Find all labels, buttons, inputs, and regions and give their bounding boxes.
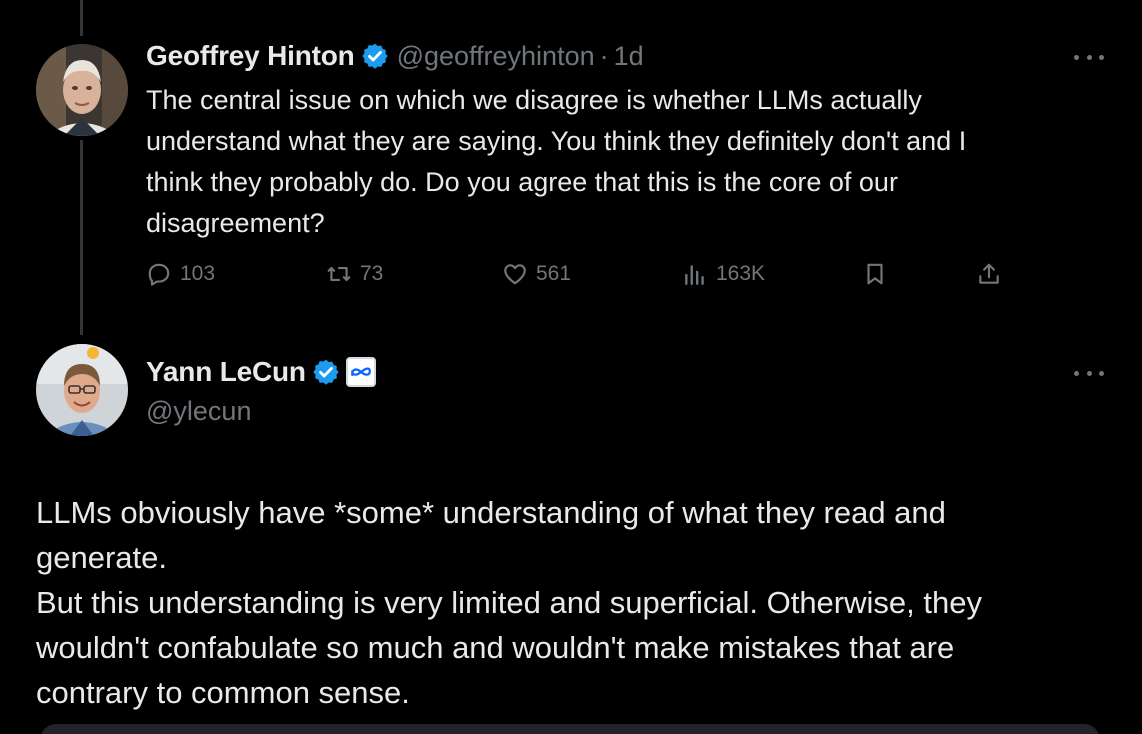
user-handle[interactable]: @geoffreyhinton: [397, 41, 595, 72]
share-button[interactable]: [976, 256, 1002, 292]
more-options-icon[interactable]: [1074, 368, 1104, 378]
tweet-text-line: contrary to common sense.: [36, 675, 410, 710]
tweet-text-line: The central issue on which we disagree i…: [146, 85, 922, 115]
view-count: 163K: [716, 262, 766, 285]
separator-dot: ·: [599, 40, 609, 71]
share-icon: [976, 261, 1002, 287]
tweet-header: Geoffrey Hinton @geoffreyhinton · 1d: [146, 38, 644, 74]
tweet-text-line: But this understanding is very limited a…: [36, 585, 982, 620]
repost-count: 73: [360, 262, 384, 285]
verified-badge-icon[interactable]: [361, 42, 389, 70]
reply-icon: [146, 261, 172, 287]
timestamp[interactable]: 1d: [614, 41, 644, 72]
reply-count: 103: [180, 262, 216, 285]
avatar-geoffrey-hinton[interactable]: [36, 44, 128, 136]
display-name[interactable]: Geoffrey Hinton: [146, 40, 355, 72]
reply-button[interactable]: 103: [146, 256, 215, 292]
views-button[interactable]: 163K: [682, 256, 765, 292]
more-options-icon[interactable]: [1074, 52, 1104, 62]
like-count: 561: [536, 262, 572, 285]
thread-connector-line: [80, 140, 83, 335]
like-icon: [502, 261, 528, 287]
display-name[interactable]: Yann LeCun: [146, 356, 306, 388]
bookmark-button[interactable]: [862, 256, 888, 292]
tweet-text-line: LLMs obviously have *some* understanding…: [36, 495, 946, 530]
user-handle[interactable]: @ylecun: [146, 396, 251, 427]
tweet-text-line: wouldn't confabulate so much and wouldn'…: [36, 630, 955, 665]
repost-button[interactable]: 73: [326, 256, 383, 292]
tweet-text-line: think they probably do. Do you agree tha…: [146, 167, 898, 197]
thread-connector-line: [80, 0, 83, 36]
tweet-text: The central issue on which we disagree i…: [146, 80, 1106, 244]
verified-badge-icon[interactable]: [312, 358, 340, 386]
bookmark-icon: [862, 261, 888, 287]
tweet-action-bar: 103 73 561 163K: [146, 256, 1006, 292]
tweet-text-line: understand what they are saying. You thi…: [146, 126, 967, 156]
tweet-thread: Geoffrey Hinton @geoffreyhinton · 1d The…: [0, 0, 1142, 734]
tweet-text: LLMs obviously have *some* understanding…: [36, 490, 1126, 715]
tweet-header: Yann LeCun: [146, 354, 376, 390]
repost-icon: [326, 261, 352, 287]
reply-composer-bar[interactable]: [40, 724, 1100, 734]
avatar-yann-lecun[interactable]: [36, 344, 128, 436]
tweet-text-line: disagreement?: [146, 208, 325, 238]
tweet-text-line: generate.: [36, 540, 167, 575]
tweet-subheader: @ylecun: [146, 394, 251, 428]
views-icon: [682, 261, 708, 287]
like-button[interactable]: 561: [502, 256, 571, 292]
meta-logo-icon[interactable]: [345, 357, 376, 387]
